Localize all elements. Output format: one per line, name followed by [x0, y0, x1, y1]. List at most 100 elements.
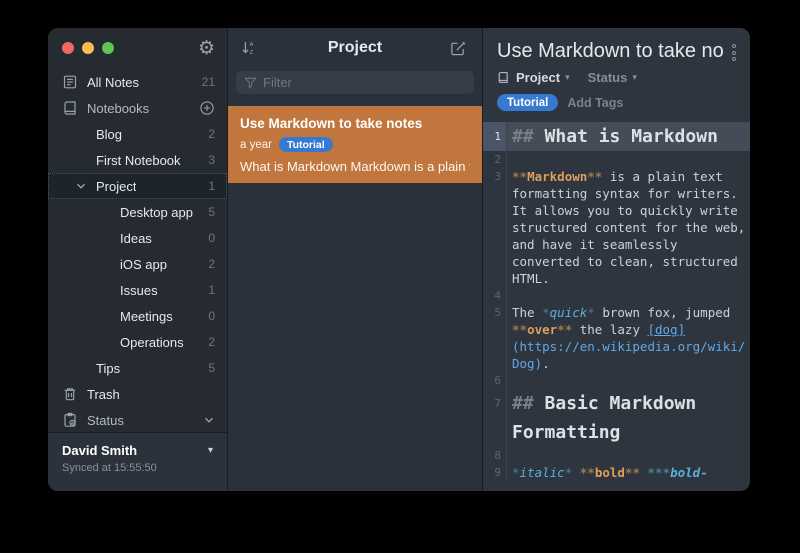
line-number: 9	[483, 464, 507, 481]
sidebar-item-label: Status	[87, 413, 124, 428]
filter-input[interactable]	[263, 75, 466, 90]
caret-down-icon: ▾	[208, 445, 213, 456]
note-item-title: Use Markdown to take notes	[240, 116, 470, 131]
zoom-window-button[interactable]	[102, 42, 114, 54]
caret-down-icon: ▾	[565, 73, 570, 83]
sidebar-item-first-notebook[interactable]: First Notebook 3	[48, 147, 227, 173]
close-window-button[interactable]	[62, 42, 74, 54]
note-list-header: A Z Project	[228, 28, 482, 68]
editor-line-text[interactable]	[507, 287, 750, 304]
editor-line-text[interactable]	[507, 151, 750, 168]
notelist-title: Project	[260, 39, 450, 57]
sidebar-item-label: Notebooks	[87, 101, 149, 116]
sidebar-item-blog[interactable]: Blog 2	[48, 121, 227, 147]
editor-line-text[interactable]: **Markdown** is a plain text formatting …	[507, 168, 750, 287]
filter-field	[236, 71, 474, 94]
chevron-down-icon	[203, 414, 215, 426]
line-number: 1	[483, 122, 507, 151]
svg-text:Z: Z	[249, 50, 253, 56]
note-menu-button[interactable]	[730, 42, 738, 63]
editor-line-text[interactable]: The *quick* brown fox, jumped **over** t…	[507, 304, 750, 372]
sidebar-item-project[interactable]: Project 1	[48, 173, 227, 199]
note-count-badge: 3	[208, 153, 215, 167]
sidebar-item-meetings[interactable]: Meetings 0	[48, 303, 227, 329]
sidebar-item-label: Blog	[96, 127, 122, 142]
status-label: Status	[588, 70, 628, 85]
note-count-badge: 21	[202, 75, 215, 89]
notebook-icon	[62, 100, 78, 116]
sidebar-item-label: First Notebook	[96, 153, 181, 168]
note-list-pane: A Z Project	[228, 28, 483, 491]
editor-line-text[interactable]	[507, 447, 750, 464]
note-count-badge: 1	[208, 283, 215, 297]
add-tags-button[interactable]: Add Tags	[567, 96, 623, 110]
editor-line-3[interactable]: 3**Markdown** is a plain text formatting…	[483, 168, 750, 287]
window-controls	[62, 42, 114, 54]
note-count-badge: 1	[208, 179, 215, 193]
sort-button[interactable]: A Z	[240, 38, 260, 58]
sidebar-item-label: Tips	[96, 361, 120, 376]
status-icon	[62, 412, 78, 428]
user-name: David Smith	[62, 443, 137, 458]
editor-line-text[interactable]: *italic* **bold** ***bold-	[507, 464, 750, 481]
note-count-badge: 5	[208, 361, 215, 375]
note-count-badge: 2	[208, 127, 215, 141]
editor-line-5[interactable]: 5The *quick* brown fox, jumped **over** …	[483, 304, 750, 372]
status-dropdown[interactable]: Status ▾	[588, 70, 637, 85]
sidebar-item-operations[interactable]: Operations 2	[48, 329, 227, 355]
line-number: 4	[483, 287, 507, 304]
editor-line-text[interactable]	[507, 372, 750, 389]
sidebar-item-ideas[interactable]: Ideas0	[48, 225, 227, 251]
note-item-tag-badge: Tutorial	[279, 137, 333, 152]
sidebar-item-label: Ideas	[120, 231, 152, 246]
note-count-badge: 5	[208, 205, 215, 219]
line-number: 8	[483, 447, 507, 464]
sidebar-item-label: All Notes	[87, 75, 139, 90]
editor-line-1[interactable]: 1## What is Markdown	[483, 122, 750, 151]
editor-line-8[interactable]: 8	[483, 447, 750, 464]
settings-gear-icon[interactable]: ⚙	[198, 39, 215, 58]
markdown-editor[interactable]: 1## What is Markdown2 3**Markdown** is a…	[483, 119, 750, 491]
line-number: 2	[483, 151, 507, 168]
sidebar-item-label: Desktop app	[120, 205, 193, 220]
sidebar-item-label: Project	[96, 179, 136, 194]
add-notebook-button[interactable]	[199, 100, 215, 116]
account-switcher[interactable]: David Smith ▾ Synced at 15:55:50	[48, 432, 227, 491]
note-list-item[interactable]: Use Markdown to take notes a year Tutori…	[228, 106, 482, 183]
new-note-button[interactable]	[450, 38, 470, 58]
editor-line-4[interactable]: 4	[483, 287, 750, 304]
sidebar-item-issues[interactable]: Issues1	[48, 277, 227, 303]
notebook-icon	[497, 71, 510, 84]
editor-line-7[interactable]: 7## Basic Markdown Formatting	[483, 389, 750, 447]
sidebar-item-trash[interactable]: Trash	[48, 381, 227, 407]
filter-funnel-icon	[244, 76, 257, 89]
editor-line-6[interactable]: 6	[483, 372, 750, 389]
sidebar-item-all-notes[interactable]: All Notes 21	[48, 69, 227, 95]
sidebar-item-notebooks[interactable]: Notebooks	[48, 95, 227, 121]
note-title-input[interactable]: Use Markdown to take note	[497, 40, 724, 63]
editor-line-2[interactable]: 2	[483, 151, 750, 168]
sidebar-item-label: Meetings	[120, 309, 173, 324]
sidebar-item-desktop-app[interactable]: Desktop app 5	[48, 199, 227, 225]
editor-line-9[interactable]: 9*italic* **bold** ***bold-	[483, 464, 750, 481]
sidebar-item-label: Operations	[120, 335, 184, 350]
minimize-window-button[interactable]	[82, 42, 94, 54]
notebook-name: Project	[516, 70, 560, 85]
sidebar-item-tips[interactable]: Tips 5	[48, 355, 227, 381]
sidebar-nav: All Notes21NotebooksBlog2First Notebook3…	[48, 68, 227, 432]
sidebar-item-label: Trash	[87, 387, 120, 402]
sidebar-item-status[interactable]: Status	[48, 407, 227, 432]
notebook-dropdown[interactable]: Project ▾	[497, 70, 570, 85]
editor-header: Use Markdown to take note Project ▾ Stat…	[483, 28, 750, 119]
editor-pane: Use Markdown to take note Project ▾ Stat…	[483, 28, 750, 491]
editor-line-text[interactable]: ## Basic Markdown Formatting	[507, 389, 750, 447]
tag-tutorial[interactable]: Tutorial	[497, 94, 558, 111]
editor-line-text[interactable]: ## What is Markdown	[507, 122, 750, 151]
svg-text:A: A	[249, 42, 253, 48]
note-item-preview: What is Markdown Markdown is a plain tex…	[240, 159, 470, 174]
note-item-age: a year	[240, 139, 272, 151]
line-number: 5	[483, 304, 507, 372]
sidebar-item-ios-app[interactable]: iOS app2	[48, 251, 227, 277]
note-count-badge: 0	[208, 309, 215, 323]
note-count-badge: 2	[208, 335, 215, 349]
